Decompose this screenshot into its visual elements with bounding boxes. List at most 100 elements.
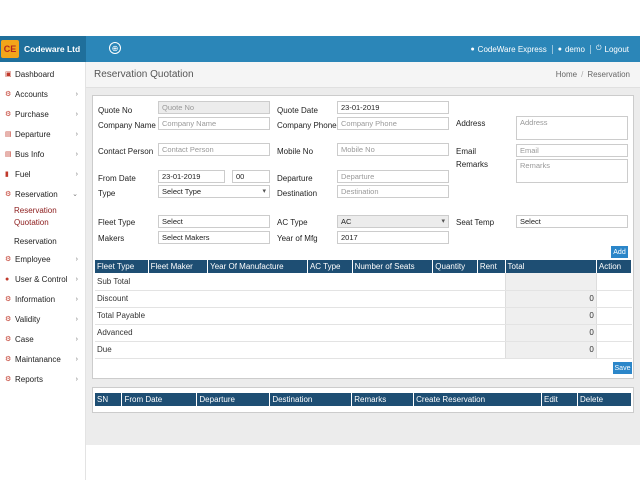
sidebar-item-departure[interactable]: ▤ Departure ›: [0, 124, 85, 144]
chevron-right-icon: ›: [75, 150, 78, 158]
seat-temp-select[interactable]: Select: [516, 215, 628, 228]
company-menu[interactable]: ● CodeWare Express: [465, 45, 551, 54]
sidebar-item-label: Employee: [15, 254, 51, 264]
sidebar-item-bus-info[interactable]: ▤ Bus Info ›: [0, 144, 85, 164]
chevron-right-icon: ›: [75, 90, 78, 98]
address-label: Address: [456, 119, 486, 128]
from-date-field[interactable]: 23-01-2019: [158, 170, 225, 183]
column-header: Rent: [477, 260, 506, 273]
bus-icon: ▤: [5, 151, 12, 158]
sidebar-item-label: Validity: [15, 314, 41, 324]
power-icon: ⏻: [595, 45, 602, 52]
quote-no-field[interactable]: Quote No: [158, 101, 270, 114]
sidebar-item-dashboard[interactable]: ▣ Dashboard: [0, 64, 85, 84]
user-icon: ●: [470, 45, 475, 53]
sidebar-subitem-reservation[interactable]: Reservation: [0, 235, 85, 249]
summary-label: Discount: [95, 290, 506, 308]
sidebar-item-reports[interactable]: ⚙ Reports ›: [0, 369, 85, 389]
page-title: Reservation Quotation: [94, 69, 194, 80]
company-phone-label: Company Phone: [277, 121, 337, 130]
ac-type-select[interactable]: AC: [337, 215, 449, 228]
route-table-card: SN From Date Departure Destination Remarks Cr…: [92, 387, 634, 413]
from-date-label: From Date: [98, 174, 136, 183]
sidebar-item-user-control[interactable]: ● User & Control ›: [0, 269, 85, 289]
sidebar-item-employee[interactable]: ⚙ Employee ›: [0, 249, 85, 269]
summary-value-field[interactable]: [504, 273, 597, 291]
column-header: Create Reservation: [413, 393, 543, 406]
makers-select[interactable]: Select Makers: [158, 231, 270, 244]
company-name-label: Company Name: [98, 121, 156, 130]
summary-row: Discount 0: [95, 290, 632, 308]
gear-icon: ⚙: [5, 316, 12, 323]
summary-value-field[interactable]: 0: [504, 307, 597, 325]
email-field[interactable]: Email: [516, 144, 628, 157]
column-header: Number of Seats: [352, 260, 434, 273]
add-button[interactable]: Add: [611, 246, 628, 258]
summary-label: Due: [95, 341, 506, 359]
contact-person-label: Contact Person: [98, 147, 154, 156]
type-label: Type: [98, 189, 116, 198]
column-header: Edit: [541, 393, 578, 406]
breadcrumb-home[interactable]: Home: [556, 70, 577, 79]
sidebar-item-label: Reservation: [15, 189, 58, 199]
column-header: Departure: [196, 393, 271, 406]
column-header: Action: [596, 260, 633, 273]
sidebar-item-purchase[interactable]: ⚙ Purchase ›: [0, 104, 85, 124]
address-field[interactable]: Address: [516, 116, 628, 140]
user-menu[interactable]: ● demo: [551, 44, 590, 54]
action-cell: [596, 307, 632, 325]
quotation-form-card: Quote No Quote No Company Name Company N…: [92, 95, 634, 379]
sidebar-item-case[interactable]: ⚙ Case ›: [0, 329, 85, 349]
year-of-mfg-field[interactable]: 2017: [337, 231, 449, 244]
chevron-right-icon: ›: [75, 255, 78, 263]
summary-label: Total Payable: [95, 307, 506, 325]
departure-label: Departure: [277, 174, 313, 183]
chevron-right-icon: ›: [75, 355, 78, 363]
summary-value-field[interactable]: 0: [504, 324, 597, 342]
destination-field[interactable]: Destination: [337, 185, 449, 198]
user-icon: ●: [5, 275, 10, 283]
mobile-no-field[interactable]: Mobile No: [337, 143, 449, 156]
dashboard-icon: ▣: [5, 71, 12, 78]
sidebar-item-maintanance[interactable]: ⚙ Maintanance ›: [0, 349, 85, 369]
column-header: Destination: [269, 393, 353, 406]
chevron-right-icon: ›: [75, 170, 78, 178]
chevron-right-icon: ›: [75, 110, 78, 118]
logout-button[interactable]: ⏻ Logout: [589, 44, 634, 54]
column-header: From Date: [121, 393, 198, 406]
sidebar-item-fuel[interactable]: ▮ Fuel ›: [0, 164, 85, 184]
chevron-down-icon: ⌄: [72, 191, 78, 198]
brand[interactable]: CE Codeware Ltd: [0, 36, 86, 62]
fleet-type-label: Fleet Type: [98, 218, 136, 227]
sidebar-item-reservation[interactable]: ⚙ Reservation ⌄: [0, 184, 85, 204]
fleet-table: Fleet Type Fleet Maker Year Of Manufacture…: [95, 260, 633, 359]
sidebar-subitem-reservation-quotation[interactable]: Reservation Quotation: [0, 205, 80, 229]
action-cell: [596, 324, 632, 342]
type-select[interactable]: Select Type: [158, 185, 270, 198]
sidebar-item-information[interactable]: ⚙ Information ›: [0, 289, 85, 309]
summary-value-field[interactable]: 0: [504, 341, 597, 359]
sidebar-toggle-icon[interactable]: ⊕: [109, 42, 121, 54]
sidebar-item-validity[interactable]: ⚙ Validity ›: [0, 309, 85, 329]
action-cell: [596, 341, 632, 359]
chevron-right-icon: ›: [75, 295, 78, 303]
column-header: Year Of Manufacture: [207, 260, 308, 273]
sidebar-item-label: Case: [15, 334, 34, 344]
company-phone-field[interactable]: Company Phone: [337, 117, 449, 130]
chevron-right-icon: ›: [75, 275, 78, 283]
remarks-label: Remarks: [456, 160, 489, 169]
departure-field[interactable]: Departure: [337, 170, 449, 183]
remarks-field[interactable]: Remarks: [516, 159, 628, 183]
summary-value-field[interactable]: 0: [504, 290, 597, 308]
quote-date-field[interactable]: 23-01-2019: [337, 101, 449, 114]
gear-icon: ⚙: [5, 111, 12, 118]
contact-person-field[interactable]: Contact Person: [158, 143, 270, 156]
save-button[interactable]: Save: [613, 362, 632, 374]
breadcrumb: Home / Reservation: [555, 70, 630, 79]
ac-type-label: AC Type: [277, 218, 308, 227]
chevron-right-icon: ›: [75, 130, 78, 138]
company-name-field[interactable]: Company Name: [158, 117, 270, 130]
fleet-type-select[interactable]: Select: [158, 215, 270, 228]
from-hour-field[interactable]: 00: [232, 170, 270, 183]
sidebar-item-accounts[interactable]: ⚙ Accounts ›: [0, 84, 85, 104]
